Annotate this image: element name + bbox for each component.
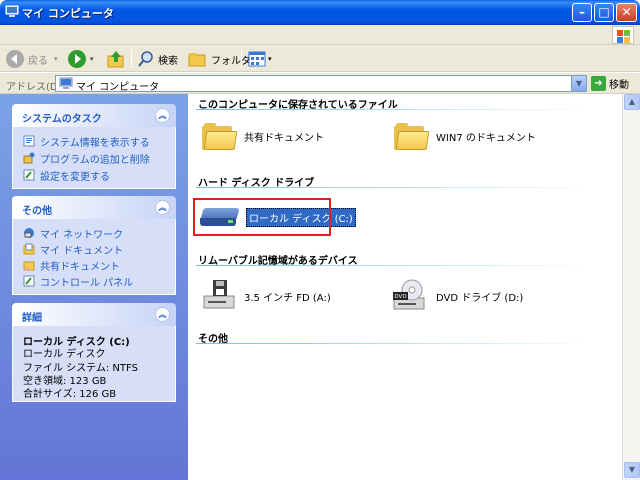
link-my-network[interactable]: マイ ネットワーク bbox=[23, 226, 124, 241]
folders-icon bbox=[188, 53, 206, 67]
section-divider bbox=[196, 265, 596, 266]
forward-button[interactable]: ▾ bbox=[68, 48, 94, 70]
forward-arrow-icon bbox=[68, 50, 86, 68]
other-places-header[interactable]: その他 ︽ bbox=[12, 196, 176, 219]
item-label: WIN7 のドキュメント bbox=[436, 132, 536, 144]
details-panel: 詳細 ︽ ローカル ディスク (C:) ローカル ディスク ファイル システム:… bbox=[12, 303, 176, 402]
window-title: マイ コンピュータ bbox=[22, 7, 114, 20]
item-label: 3.5 インチ FD (A:) bbox=[244, 292, 331, 304]
task-label: プログラムの追加と削除 bbox=[40, 154, 150, 166]
item-label: DVD ドライブ (D:) bbox=[436, 292, 524, 304]
section-divider bbox=[196, 109, 596, 110]
link-my-documents[interactable]: マイ ドキュメント bbox=[23, 242, 124, 257]
scroll-down-button[interactable]: ▼ bbox=[624, 462, 640, 478]
minimize-button[interactable]: – bbox=[572, 3, 592, 22]
back-button[interactable]: 戻る ▾ bbox=[6, 48, 58, 70]
menu-bar: ファイル(F) 編集(E) 表示(V) お気に入り(A) ツール(T) ヘルプ(… bbox=[0, 25, 640, 57]
address-label: アドレス(D) bbox=[6, 82, 62, 93]
details-title: 詳細 bbox=[22, 313, 42, 324]
task-label: システム情報を表示する bbox=[40, 137, 150, 149]
go-arrow-icon: ➔ bbox=[591, 76, 606, 91]
details-total-size: 合計サイズ: 126 GB bbox=[23, 389, 117, 400]
system-tasks-panel: システムのタスク ︽ システム情報を表示する プログラムの追加と削除 設定を変更… bbox=[12, 104, 176, 189]
dvd-badge-text: DVD bbox=[394, 294, 406, 300]
up-folder-icon bbox=[107, 51, 124, 68]
task-change-settings[interactable]: 設定を変更する bbox=[23, 168, 110, 183]
back-arrow-icon bbox=[6, 50, 24, 68]
selection-highlight-box bbox=[193, 198, 331, 236]
section-divider bbox=[196, 343, 596, 344]
control-panel-icon bbox=[23, 169, 35, 181]
task-pane: システムのタスク ︽ システム情報を表示する プログラムの追加と削除 設定を変更… bbox=[0, 94, 188, 480]
my-computer-icon bbox=[5, 5, 19, 17]
task-view-system-info[interactable]: システム情報を表示する bbox=[23, 134, 150, 149]
task-label: コントロール パネル bbox=[40, 277, 134, 289]
folder-icon bbox=[202, 122, 238, 150]
content-area: このコンピュータに保存されているファイル 共有ドキュメント WIN7 のドキュメ… bbox=[188, 94, 622, 480]
task-label: マイ ネットワーク bbox=[40, 229, 124, 241]
chevron-down-icon: ▾ bbox=[90, 55, 94, 63]
my-documents-icon bbox=[23, 243, 35, 255]
address-bar: アドレス(D) マイ コンピュータ ▼ ➔ 移動 bbox=[0, 73, 640, 94]
task-label: 設定を変更する bbox=[40, 171, 110, 183]
back-label: 戻る bbox=[28, 55, 48, 67]
address-input[interactable]: マイ コンピュータ ▼ bbox=[55, 75, 587, 93]
address-value: マイ コンピュータ bbox=[76, 82, 160, 93]
collapse-chevron-icon[interactable]: ︽ bbox=[155, 307, 170, 322]
address-dropdown-button[interactable]: ▼ bbox=[571, 76, 586, 91]
floppy-drive-icon bbox=[203, 280, 235, 309]
other-places-title: その他 bbox=[22, 206, 52, 217]
chevron-down-icon: ▾ bbox=[268, 55, 272, 63]
toolbar-separator bbox=[131, 49, 132, 68]
windows-logo-icon bbox=[612, 26, 634, 44]
collapse-chevron-icon[interactable]: ︽ bbox=[155, 200, 170, 215]
system-tasks-header[interactable]: システムのタスク ︽ bbox=[12, 104, 176, 127]
views-button[interactable]: ▾ bbox=[248, 48, 272, 70]
toolbar: 戻る ▾ ▾ 検索 フォルダ ▾ bbox=[0, 45, 640, 72]
dvd-drive-item[interactable]: DVD DVD ドライブ (D:) bbox=[392, 276, 523, 316]
task-label: 共有ドキュメント bbox=[40, 261, 120, 273]
link-control-panel[interactable]: コントロール パネル bbox=[23, 274, 134, 289]
system-info-icon bbox=[23, 135, 35, 147]
my-network-icon bbox=[23, 227, 35, 239]
item-label: 共有ドキュメント bbox=[244, 132, 324, 144]
close-button[interactable]: ✕ bbox=[616, 3, 637, 22]
section-divider bbox=[196, 187, 596, 188]
toolbar-separator bbox=[241, 49, 242, 68]
system-tasks-title: システムのタスク bbox=[22, 114, 102, 125]
search-icon bbox=[138, 51, 153, 67]
add-remove-programs-icon bbox=[23, 152, 35, 164]
collapse-chevron-icon[interactable]: ︽ bbox=[155, 108, 170, 123]
up-folder-button[interactable] bbox=[106, 48, 126, 70]
vertical-scrollbar[interactable]: ▲ ▼ bbox=[622, 94, 640, 480]
task-add-remove-programs[interactable]: プログラムの追加と削除 bbox=[23, 151, 150, 166]
my-computer-icon bbox=[59, 77, 73, 89]
chevron-down-icon: ▾ bbox=[54, 55, 58, 63]
link-shared-documents[interactable]: 共有ドキュメント bbox=[23, 258, 120, 273]
go-button[interactable]: ➔ 移動 bbox=[591, 75, 629, 92]
title-bar[interactable]: マイ コンピュータ – □ ✕ bbox=[0, 0, 640, 25]
control-panel-icon bbox=[23, 275, 35, 287]
shared-documents-item[interactable]: 共有ドキュメント bbox=[202, 116, 324, 156]
folder-icon bbox=[394, 122, 430, 150]
views-icon bbox=[248, 51, 266, 67]
dvd-drive-icon: DVD bbox=[393, 279, 425, 310]
details-header[interactable]: 詳細 ︽ bbox=[12, 303, 176, 326]
search-label: 検索 bbox=[158, 55, 178, 67]
shared-folder-icon bbox=[23, 259, 35, 271]
go-label: 移動 bbox=[609, 80, 629, 91]
details-type: ローカル ディスク bbox=[23, 349, 106, 360]
floppy-drive-item[interactable]: 3.5 インチ FD (A:) bbox=[202, 276, 331, 316]
task-label: マイ ドキュメント bbox=[40, 245, 124, 257]
user-documents-item[interactable]: WIN7 のドキュメント bbox=[394, 116, 536, 156]
other-places-panel: その他 ︽ マイ ネットワーク マイ ドキュメント 共有ドキュメント コントロー… bbox=[12, 196, 176, 295]
folders-label: フォルダ bbox=[211, 55, 251, 67]
search-button[interactable]: 検索 bbox=[137, 48, 178, 70]
maximize-button[interactable]: □ bbox=[594, 3, 614, 22]
scroll-up-button[interactable]: ▲ bbox=[624, 94, 640, 110]
